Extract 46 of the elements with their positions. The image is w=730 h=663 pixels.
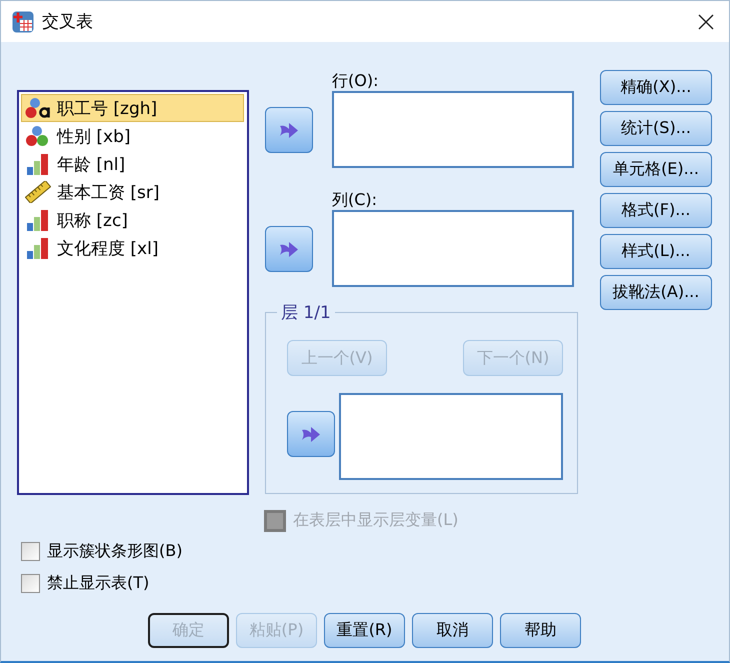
variable-item[interactable]: 文化程度 [xl] [21,234,244,262]
checkbox-label: 禁止显示表(T) [47,573,150,594]
dialog-button[interactable]: 精确(X)... [600,70,712,105]
variable-item[interactable]: 性别 [xb] [21,122,244,150]
row-label: 行(O): [332,70,378,91]
variable-label: 职称 [zc] [57,210,128,232]
dialog-button[interactable]: 重置(R) [324,613,405,648]
window-title: 交叉表 [42,11,93,33]
curved-arrow-icon [301,425,321,443]
curved-arrow-icon [279,240,299,258]
variable-label: 基本工资 [sr] [57,182,160,204]
variable-item[interactable]: 年龄 [nl] [21,150,244,178]
close-icon[interactable] [698,14,714,30]
row-variables-box[interactable] [332,91,574,168]
dialog-button[interactable]: 拔靴法(A)... [600,275,712,310]
dialog-button[interactable]: 帮助 [500,613,581,648]
curved-arrow-icon [279,121,299,139]
checkbox[interactable] [21,542,40,561]
variable-label: 文化程度 [xl] [57,238,158,260]
move-arrow-button[interactable] [265,107,313,153]
bar-chart-icon [25,153,51,175]
variable-label: 性别 [xb] [57,126,131,148]
bar-chart-icon [25,237,51,259]
checkbox[interactable] [21,574,40,593]
table-plus-icon [12,10,34,32]
circles-letter-icon [25,97,51,119]
column-label: 列(C): [332,189,378,210]
move-arrow-button[interactable] [265,226,313,272]
variable-label: 职工号 [zgh] [57,98,158,120]
variable-label: 年龄 [nl] [57,154,126,176]
move-arrow-button[interactable] [287,411,335,457]
dialog-button[interactable]: 取消 [412,613,493,648]
dialog-button[interactable]: 单元格(E)... [600,152,712,187]
layer-variables-box[interactable] [339,393,563,480]
layer-title: 层 1/1 [280,302,332,324]
circles-icon [25,125,51,147]
dialog-button[interactable]: 统计(S)... [600,111,712,146]
bar-chart-icon [25,209,51,231]
checkbox-label: 显示簇状条形图(B) [47,541,182,562]
dialog-button[interactable]: 样式(L)... [600,234,712,269]
checkbox-label: 在表层中显示层变量(L) [293,510,458,531]
dialog-button[interactable]: 格式(F)... [600,193,712,228]
variable-item[interactable]: 职称 [zc] [21,206,244,234]
variable-item[interactable]: 职工号 [zgh] [21,94,244,122]
column-variables-box[interactable] [332,210,574,287]
variable-item[interactable]: 基本工资 [sr] [21,178,244,206]
